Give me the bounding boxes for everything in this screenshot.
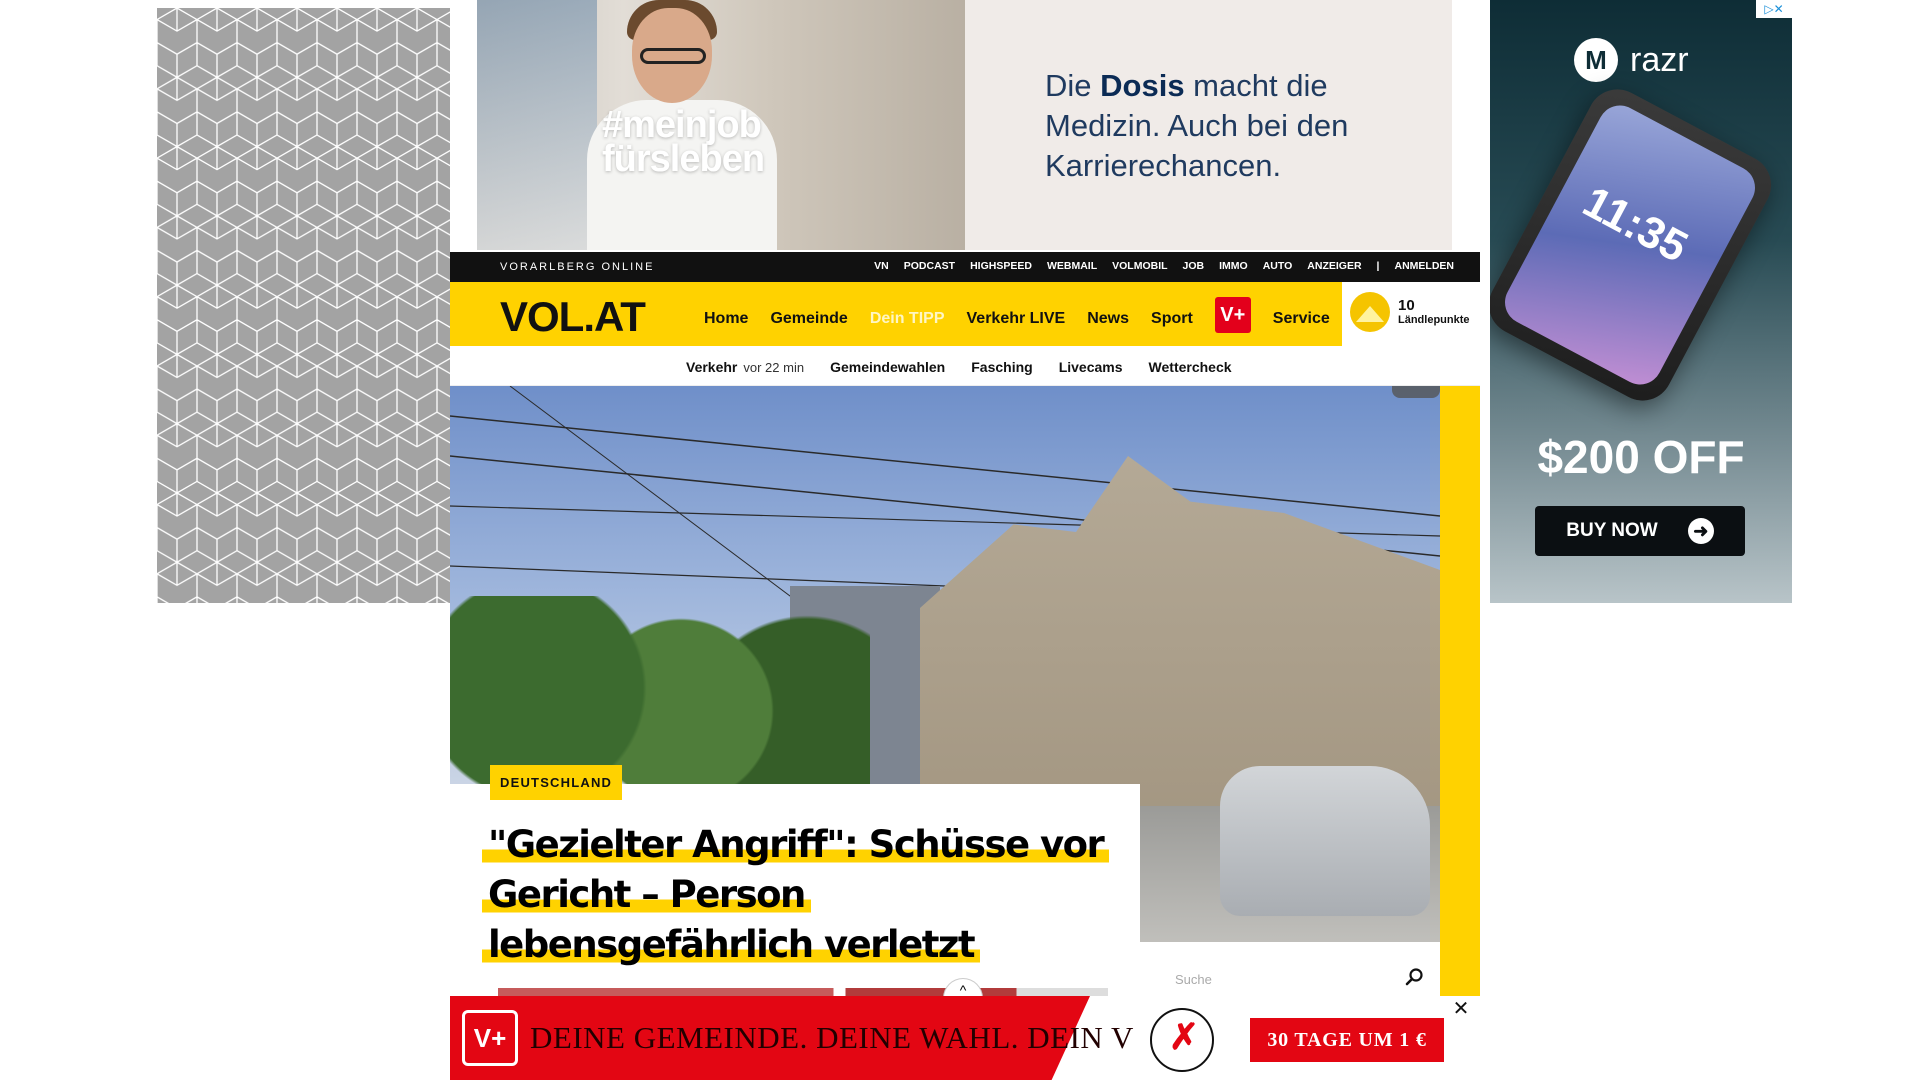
ad-offer: $200 OFF xyxy=(1537,431,1745,483)
mountain-badge-icon xyxy=(1350,292,1390,332)
top-link-job[interactable]: JOB xyxy=(1183,260,1205,272)
site-logo[interactable]: VOL.AT xyxy=(500,293,646,341)
top-link-immo[interactable]: IMMO xyxy=(1219,260,1248,272)
top-link-anzeiger[interactable]: ANZEIGER xyxy=(1307,260,1361,272)
nav-item-gemeinde[interactable]: Gemeinde xyxy=(770,310,847,328)
top-link-auto[interactable]: AUTO xyxy=(1263,260,1293,272)
ad-person-glasses xyxy=(640,48,706,64)
ballot-x-mark: ✗ xyxy=(1168,1016,1200,1057)
right-skyscraper-ad[interactable]: ▷✕ M razr 11:35 $200 OFF BUY NOW ➜ xyxy=(1490,0,1792,603)
subnav-item-livecams[interactable]: Livecams xyxy=(1059,359,1123,375)
ad-hashtag: #meinjob fürsleben xyxy=(602,104,765,180)
adchoices-icon[interactable]: ▷✕ xyxy=(1756,0,1792,18)
buy-now-label: BUY NOW xyxy=(1566,520,1658,541)
vplus-logo-icon: V+ xyxy=(462,1010,518,1066)
ad-photo: #meinjob fürsleben xyxy=(477,0,965,250)
hero-camera-tab xyxy=(1392,386,1440,398)
ad-headline-before: Die xyxy=(1045,68,1101,103)
subnav-verkehr-time: vor 22 min xyxy=(743,360,805,375)
hero-side-yellow xyxy=(1440,386,1480,996)
top-link-podcast[interactable]: PODCAST xyxy=(904,260,955,272)
subnav-item-gemeindewahlen[interactable]: Gemeindewahlen xyxy=(830,359,945,375)
nav-item-home[interactable]: Home xyxy=(704,310,748,328)
subscribe-cta-button[interactable]: 30 TAGE UM 1 € xyxy=(1250,1018,1444,1062)
search-input[interactable] xyxy=(1175,968,1395,990)
nav-item-dein-tipp[interactable]: Dein TIPP xyxy=(870,310,945,328)
buy-now-button[interactable]: BUY NOW ➜ xyxy=(1535,506,1745,556)
arrow-right-icon: ➜ xyxy=(1687,518,1714,544)
subnav-items: Verkehr vor 22 min Gemeindewahlen Faschin… xyxy=(686,359,1232,375)
hero-car xyxy=(1220,766,1430,916)
top-links: VN PODCAST HIGHSPEED WEBMAIL VOLMOBIL JO… xyxy=(874,260,1454,272)
nav-item-sport[interactable]: Sport xyxy=(1151,310,1193,328)
top-link-vn[interactable]: VN xyxy=(874,260,889,272)
phone-image: 11:35 xyxy=(1490,78,1782,412)
sub-navigation: Verkehr vor 22 min Gemeindewahlen Faschin… xyxy=(450,346,1480,386)
nav-item-verkehr-live[interactable]: Verkehr LIVE xyxy=(967,310,1066,328)
subnav-item-fasching[interactable]: Fasching xyxy=(971,359,1032,375)
subnav-verkehr-label: Verkehr xyxy=(686,359,738,375)
search-box xyxy=(1159,960,1440,996)
ad-photo-window xyxy=(477,0,597,250)
top-link-highspeed[interactable]: HIGHSPEED xyxy=(970,260,1032,272)
subnav-item-verkehr[interactable]: Verkehr vor 22 min xyxy=(686,359,804,375)
points-label: Ländlepunkte xyxy=(1398,314,1470,326)
laendlepunkte-widget[interactable]: 10 Ländlepunkte xyxy=(1350,292,1470,332)
points-value: 10 xyxy=(1398,297,1415,314)
bottom-sticky-ad[interactable]: V+ DEINE GEMEINDE. DEINE WAHL. DEIN V ✗ … xyxy=(450,996,1480,1080)
nav-item-service[interactable]: Service xyxy=(1273,310,1330,328)
article-headline-text: "Gezielter Angriff": Schüsse vor Gericht… xyxy=(482,823,1110,966)
nav-item-vplus[interactable]: V+ xyxy=(1214,297,1251,333)
nav-item-news[interactable]: News xyxy=(1087,310,1129,328)
motorola-logo-icon: M xyxy=(1574,38,1618,82)
ad-brand: M razr xyxy=(1574,38,1689,82)
main-navigation: VOL.AT Home Gemeinde Dein TIPP Verkehr L… xyxy=(450,282,1480,346)
hexagon-pattern xyxy=(157,8,450,603)
article-category[interactable]: DEUTSCHLAND xyxy=(490,765,623,800)
article-headline[interactable]: "Gezielter Angriff": Schüsse vor Gericht… xyxy=(482,820,1122,970)
ad-brand-name: razr xyxy=(1630,40,1689,79)
nav-items: Home Gemeinde Dein TIPP Verkehr LIVE New… xyxy=(704,297,1330,333)
left-pattern-ad[interactable] xyxy=(157,8,450,603)
top-link-volmobil[interactable]: VOLMOBIL xyxy=(1112,260,1167,272)
site-name: VORARLBERG ONLINE xyxy=(500,261,655,273)
points-text: 10 Ländlepunkte xyxy=(1398,297,1470,327)
ballot-circle-icon: ✗ xyxy=(1150,1008,1214,1072)
ad-headline: Die Dosis macht die Medizin. Auch bei de… xyxy=(1045,66,1425,186)
top-link-separator: | xyxy=(1376,260,1380,272)
search-icon[interactable] xyxy=(1404,967,1424,987)
ad-headline-bold: Dosis xyxy=(1100,68,1185,103)
login-link[interactable]: ANMELDEN xyxy=(1395,260,1455,272)
bottom-ad-slogan: DEINE GEMEINDE. DEINE WAHL. DEIN V xyxy=(530,1020,1134,1055)
subnav-item-wettercheck[interactable]: Wettercheck xyxy=(1149,359,1232,375)
top-link-webmail[interactable]: WEBMAIL xyxy=(1047,260,1097,272)
top-banner-ad[interactable]: #meinjob fürsleben Die Dosis macht die M… xyxy=(477,0,1452,250)
close-icon[interactable]: ✕ xyxy=(1450,998,1472,1020)
top-bar: VORARLBERG ONLINE VN PODCAST HIGHSPEED W… xyxy=(450,252,1480,282)
article-teaser[interactable]: DEUTSCHLAND "Gezielter Angriff": Schüsse… xyxy=(450,765,1140,1000)
